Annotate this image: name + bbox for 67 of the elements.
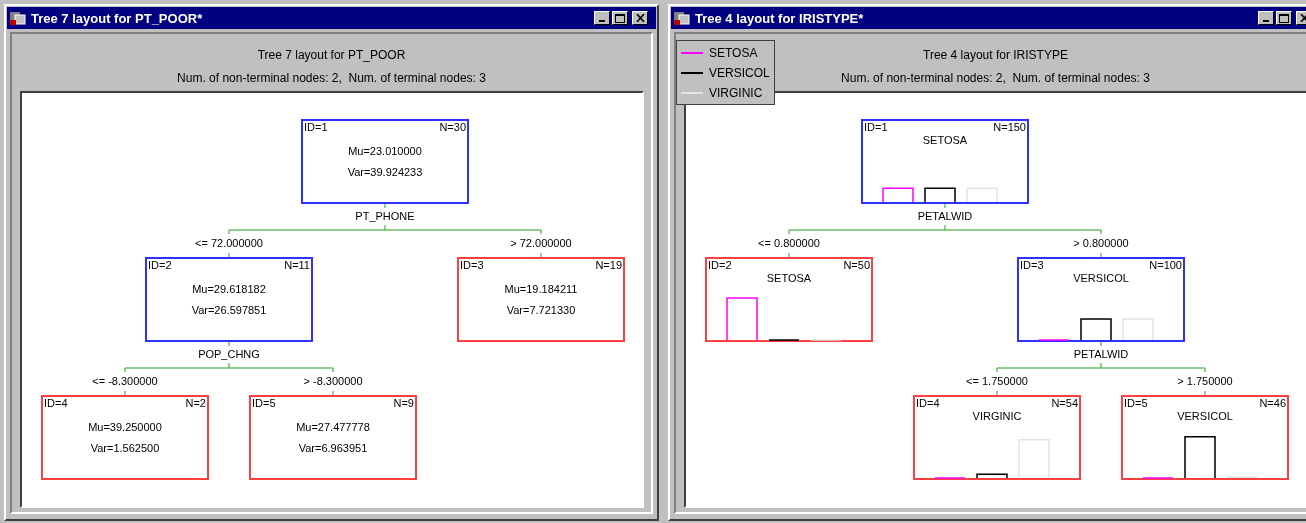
split-condition-label: <= 0.800000 — [758, 237, 820, 249]
node-count-label: N=46 — [1259, 397, 1286, 409]
node-statistic: Mu=23.010000 — [348, 145, 422, 157]
node-id-label: ID=4 — [916, 397, 940, 409]
split-variable-label: POP_CHNG — [198, 348, 260, 360]
split-condition-label: <= 72.000000 — [195, 237, 263, 249]
node-statistic: Var=39.924233 — [347, 166, 423, 178]
node-id-label: ID=1 — [864, 121, 888, 133]
node-summary: Num. of non-terminal nodes: 2, Num. of terminal nodes: 3 — [841, 71, 1150, 85]
node-count-label: N=50 — [843, 259, 870, 271]
node-count-label: N=150 — [993, 121, 1026, 133]
node-statistic: Mu=29.618182 — [192, 283, 266, 295]
split-condition-label: > 72.000000 — [510, 237, 572, 249]
node-id-label: ID=2 — [148, 259, 172, 271]
node-id-label: ID=5 — [1124, 397, 1148, 409]
node-id-label: ID=5 — [252, 397, 276, 409]
split-condition-label: <= 1.750000 — [966, 375, 1028, 387]
app-icon — [9, 10, 27, 26]
node-id-label: ID=4 — [44, 397, 68, 409]
node-statistic: Var=26.597851 — [191, 304, 267, 316]
window-title: Tree 4 layout for IRISTYPE* — [695, 10, 865, 26]
close-icon — [1299, 14, 1306, 22]
node-statistic: Var=1.562500 — [90, 442, 160, 454]
chart-heading: Tree 4 layout for IRISTYPE — [923, 48, 1068, 62]
split-variable-label: PETALWID — [1073, 348, 1129, 360]
node-count-label: N=9 — [393, 397, 414, 409]
close-button[interactable] — [632, 11, 648, 25]
split-variable-label: PETALWID — [917, 210, 973, 222]
window-title: Tree 7 layout for PT_POOR* — [31, 10, 204, 26]
legend-label: VIRGINIC — [709, 85, 763, 100]
split-condition-label: <= -8.300000 — [92, 375, 158, 387]
split-condition-label: > 0.800000 — [1073, 237, 1129, 249]
predicted-class-label: VERSICOL — [1073, 272, 1129, 284]
maximize-button[interactable] — [612, 11, 628, 25]
maximize-icon — [615, 13, 625, 23]
node-count-label: N=19 — [595, 259, 622, 271]
node-count-label: N=100 — [1149, 259, 1182, 271]
predicted-class-label: SETOSA — [766, 272, 812, 284]
app-icon — [673, 10, 691, 26]
close-icon — [635, 14, 645, 22]
split-condition-label: > 1.750000 — [1177, 375, 1233, 387]
split-condition-label: > -8.300000 — [303, 375, 363, 387]
node-count-label: N=11 — [284, 259, 310, 271]
node-statistic: Mu=19.184211 — [504, 283, 578, 295]
node-count-label: N=54 — [1051, 397, 1078, 409]
legend-label: SETOSA — [709, 45, 758, 60]
predicted-class-label: VIRGINIC — [972, 410, 1022, 422]
node-count-label: N=2 — [185, 397, 206, 409]
node-id-label: ID=1 — [304, 121, 328, 133]
split-variable-label: PT_PHONE — [355, 210, 415, 222]
minimize-button[interactable] — [1258, 11, 1274, 25]
node-id-label: ID=2 — [708, 259, 732, 271]
chart-heading: Tree 7 layout for PT_POOR — [257, 48, 406, 62]
maximize-icon — [1279, 13, 1289, 23]
maximize-button[interactable] — [1276, 11, 1292, 25]
node-summary: Num. of non-terminal nodes: 2, Num. of terminal nodes: 3 — [177, 71, 486, 85]
node-statistic: Var=6.963951 — [298, 442, 368, 454]
node-statistic: Mu=39.250000 — [88, 421, 162, 433]
legend-label: VERSICOL — [709, 65, 770, 80]
predicted-class-label: SETOSA — [922, 134, 968, 146]
node-id-label: ID=3 — [1020, 259, 1044, 271]
node-count-label: N=30 — [439, 121, 466, 133]
node-statistic: Var=7.721330 — [506, 304, 576, 316]
predicted-class-label: VERSICOL — [1177, 410, 1233, 422]
minimize-button[interactable] — [594, 11, 610, 25]
node-id-label: ID=3 — [460, 259, 484, 271]
node-statistic: Mu=27.477778 — [296, 421, 370, 433]
